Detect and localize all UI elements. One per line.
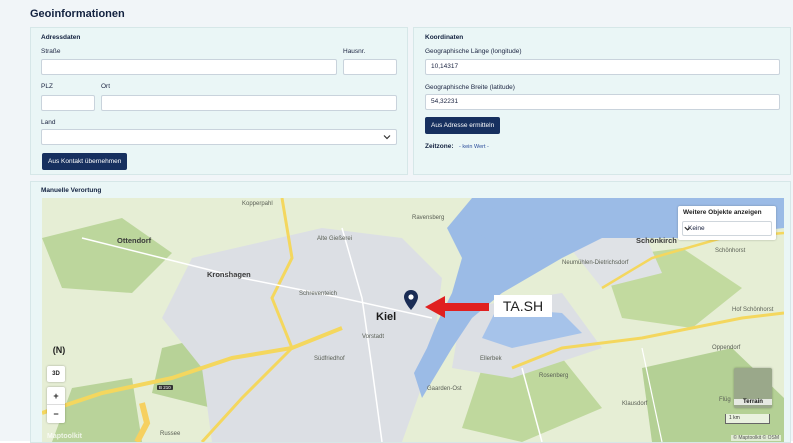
city-label: Ort [101, 83, 111, 90]
more-objects-title: Weitere Objekte anzeigen [683, 209, 762, 216]
zoom-in-button[interactable]: + [47, 387, 65, 405]
map-label-russee: Russee [160, 431, 181, 437]
map-label-fluegge: Flüg [719, 397, 731, 403]
country-select[interactable] [41, 129, 397, 145]
from-address-button[interactable]: Aus Adresse ermitteln [425, 117, 501, 134]
compass-icon[interactable]: (N) [46, 339, 72, 361]
map-label-hof-schoenhorst: Hof Schönhorst [732, 307, 774, 313]
house-no-input[interactable] [343, 59, 397, 75]
callout-label: TA.SH [494, 295, 552, 317]
timezone-value: - kein Wert - [459, 144, 489, 150]
map-label-rosenberg: Rosenberg [539, 373, 569, 379]
map-label-alte-giesserei: Alte Gießerei [317, 236, 353, 242]
map-label-ravensberg: Ravensberg [412, 215, 445, 221]
red-arrow-icon [425, 296, 489, 318]
map-label-oppendorf: Oppendorf [712, 345, 741, 351]
city-input[interactable] [101, 95, 397, 111]
map-label-schoenkirchen: Schönkirch [636, 236, 677, 245]
map-section-title: Manuelle Verortung [41, 187, 102, 194]
page: Geoinformationen Adressdaten Straße Haus… [0, 0, 793, 443]
map-label-kronshagen: Kronshagen [207, 270, 251, 279]
map-canvas[interactable]: Ottendorf Kopperpahl Ravensberg Alte Gie… [42, 198, 784, 442]
house-no-label: Hausnr. [343, 48, 366, 55]
coords-section-title: Koordinaten [425, 34, 464, 41]
zoom-control: + − [47, 387, 65, 423]
terrain-layer-button[interactable]: Terrain [734, 368, 772, 408]
map-panel: Manuelle Verortung Ottendorf Kopperpahl … [30, 181, 791, 443]
latitude-label: Geographische Breite (latitude) [425, 84, 515, 91]
3d-toggle-button[interactable]: 3D [47, 366, 65, 382]
map-label-road-b210: B 210 [157, 385, 173, 390]
map-background [42, 198, 784, 442]
map-label-neumuehlen: Neumühlen-Dietrichsdorf [562, 260, 629, 266]
map-label-schreventeich: Schreventeich [299, 291, 338, 297]
map-label-kiel-district: Vorstadt [362, 334, 385, 340]
coordinates-panel: Koordinaten Geographische Länge (longitu… [413, 27, 791, 175]
page-title: Geoinformationen [30, 8, 125, 20]
chevron-down-icon [383, 135, 391, 140]
map-label-kiel: Kiel [376, 311, 397, 323]
street-input[interactable] [41, 59, 337, 75]
longitude-label: Geographische Länge (longitude) [425, 48, 522, 55]
chevron-down-icon [684, 226, 691, 231]
more-objects-panel: Weitere Objekte anzeigen Keine [678, 206, 776, 240]
apply-contact-button[interactable]: Aus Kontakt übernehmen [42, 153, 128, 170]
terrain-label: Terrain [734, 399, 772, 405]
country-label: Land [41, 119, 56, 126]
zoom-out-button[interactable]: − [47, 405, 65, 423]
scale-bar: 1 km [725, 414, 770, 424]
latitude-input[interactable]: 54,32231 [425, 94, 780, 110]
address-section-title: Adressdaten [41, 34, 81, 41]
map-label-suedfriedhof: Südfriedhof [314, 356, 345, 362]
map-label-gaarden: Gaarden-Ost [427, 386, 462, 392]
map-label-kopperpahl: Kopperpahl [242, 201, 273, 207]
more-objects-select[interactable]: Keine [682, 221, 772, 236]
map-label-ellerbek: Ellerbek [480, 356, 502, 362]
street-label: Straße [41, 48, 61, 55]
map-label-klausdorf: Klausdorf [622, 401, 648, 407]
map-attribution: © Maptoolkit © OSM [731, 435, 781, 441]
zip-label: PLZ [41, 83, 53, 90]
location-pin-icon[interactable] [404, 290, 418, 310]
map-label-ottendorf: Ottendorf [117, 236, 152, 245]
address-panel: Adressdaten Straße Hausnr. PLZ Ort Land … [30, 27, 408, 175]
longitude-input[interactable]: 10,14317 [425, 59, 780, 75]
map-label-schoenhorst: Schönhorst [715, 248, 746, 254]
timezone-label: Zeitzone: [425, 143, 454, 150]
zip-input[interactable] [41, 95, 95, 111]
map-watermark: Maptoolkit [47, 433, 82, 440]
